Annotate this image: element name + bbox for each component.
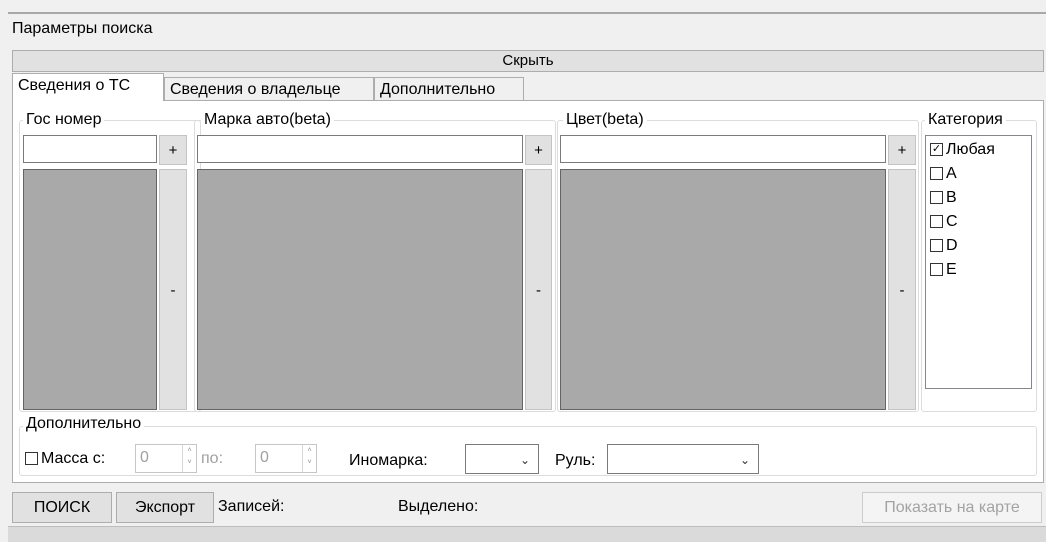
brand-legend: Марка авто(beta) — [201, 111, 334, 129]
wheel-label: Руль: — [555, 452, 596, 469]
chevron-down-icon: ⌄ — [519, 453, 530, 467]
foreign-label: Иномарка: — [349, 452, 428, 469]
plate-input[interactable] — [23, 135, 157, 163]
plate-remove-button[interactable]: - — [159, 169, 187, 410]
color-list[interactable] — [560, 169, 886, 410]
brand-input[interactable] — [197, 135, 523, 163]
color-legend: Цвет(beta) — [563, 111, 647, 129]
category-item-c[interactable]: C — [930, 210, 1027, 234]
mass-label: Масса с: — [41, 450, 106, 467]
tab-additional[interactable]: Дополнительно — [374, 77, 524, 101]
show-on-map-button[interactable]: Показать на карте — [862, 492, 1042, 523]
tab-owner[interactable]: Сведения о владельце — [164, 77, 374, 101]
category-item-b[interactable]: B — [930, 186, 1027, 210]
panel-title: Параметры поиска — [12, 20, 157, 38]
plate-add-button[interactable]: + — [159, 135, 187, 165]
category-legend: Категория — [925, 111, 1006, 129]
color-remove-button[interactable]: - — [888, 169, 916, 410]
records-label: Записей: — [218, 498, 285, 515]
category-item-e[interactable]: E — [930, 258, 1027, 282]
category-item-a[interactable]: A — [930, 162, 1027, 186]
checkbox-any[interactable]: ✓ — [930, 143, 943, 157]
brand-add-button[interactable]: + — [525, 135, 552, 165]
mass-checkbox[interactable] — [25, 452, 38, 466]
checkbox-b[interactable] — [930, 191, 943, 205]
plate-legend: Гос номер — [23, 111, 105, 129]
tab-vehicle[interactable]: Сведения о ТС — [12, 73, 164, 101]
mass-from-spinner[interactable]: ˄ ˅ — [182, 445, 196, 472]
checkbox-c[interactable] — [930, 215, 943, 229]
mass-to-spinner[interactable]: ˄ ˅ — [302, 445, 316, 472]
brand-remove-button[interactable]: - — [525, 169, 552, 410]
color-add-button[interactable]: + — [888, 135, 916, 165]
brand-list[interactable] — [197, 169, 523, 410]
wheel-select[interactable]: ⌄ — [607, 444, 759, 474]
extra-legend: Дополнительно — [23, 415, 145, 433]
category-item-d[interactable]: D — [930, 234, 1027, 258]
hide-button[interactable]: Скрыть — [12, 50, 1044, 72]
foreign-select[interactable]: ⌄ — [465, 444, 539, 474]
selected-label: Выделено: — [398, 498, 479, 515]
chevron-down-icon: ⌄ — [739, 453, 750, 467]
tab-content: Гос номер + - Марка авто(beta) + - Цвет(… — [12, 100, 1044, 483]
category-item-any[interactable]: ✓ Любая — [930, 138, 1027, 162]
color-input[interactable] — [560, 135, 886, 163]
mass-from-input[interactable]: 0 ˄ ˅ — [135, 444, 197, 473]
export-button[interactable]: Экспорт — [116, 492, 214, 523]
checkbox-d[interactable] — [930, 239, 943, 253]
mass-checkbox-row[interactable]: Масса с: — [25, 450, 105, 468]
to-label: по: — [201, 450, 224, 467]
status-bar — [8, 526, 1046, 542]
checkbox-e[interactable] — [930, 263, 943, 277]
plate-list[interactable] — [23, 169, 157, 410]
search-button[interactable]: ПОИСК — [12, 492, 112, 523]
panel-border — [8, 12, 1046, 14]
checkbox-a[interactable] — [930, 167, 943, 181]
mass-to-input[interactable]: 0 ˄ ˅ — [255, 444, 317, 473]
category-list[interactable]: ✓ Любая A B C D E — [925, 135, 1032, 389]
